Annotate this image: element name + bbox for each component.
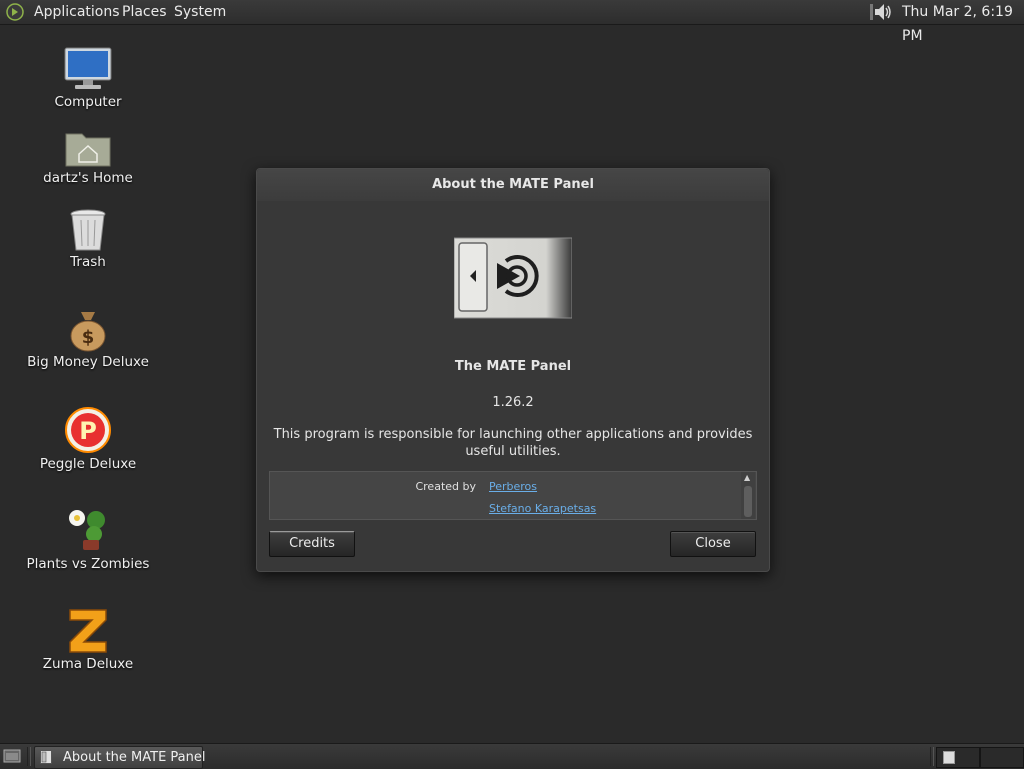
computer-icon	[64, 47, 112, 89]
mate-panel-logo-icon	[454, 237, 572, 319]
panel-separator	[930, 747, 934, 766]
credits-button[interactable]: Credits	[269, 531, 355, 557]
program-name: The MATE Panel	[454, 359, 572, 374]
system-menu[interactable]: System	[174, 0, 226, 24]
desktop-icon-big-money[interactable]: $ Big Money Deluxe	[13, 308, 163, 370]
taskbar-item-about-mate-panel[interactable]: About the MATE Panel	[34, 746, 206, 769]
desktop-icon-label: Peggle Deluxe	[39, 456, 137, 472]
credits-scrollbar[interactable]: ▲	[741, 472, 755, 519]
plants-icon	[69, 510, 105, 550]
zuma-icon	[69, 609, 107, 653]
desktop-icon-home[interactable]: dartz's Home	[13, 128, 163, 186]
clock[interactable]: Thu Mar 2, 6:19 PM	[902, 0, 1024, 44]
program-description: This program is responsible for launchin…	[273, 427, 753, 459]
desktop-icon-label: Computer	[54, 94, 122, 110]
scroll-up-arrow-icon[interactable]: ▲	[744, 473, 750, 482]
top-panel: Applications Places System Thu Mar 2, 6:…	[0, 0, 1024, 44]
desktop-icon-computer[interactable]: Computer	[13, 46, 163, 110]
mate-logo-icon[interactable]	[6, 3, 24, 21]
desktop-icon-label: Zuma Deluxe	[42, 656, 134, 672]
applications-menu[interactable]: Applications	[34, 0, 120, 24]
close-button[interactable]: Close	[670, 531, 756, 557]
workspace-2[interactable]	[980, 747, 1024, 768]
peggle-icon: P	[65, 407, 111, 453]
money-bag-icon: $	[70, 312, 106, 352]
bottom-panel: About the MATE Panel	[0, 743, 1024, 769]
author-link[interactable]: Stefano Karapetsas	[489, 502, 596, 515]
home-folder-icon	[65, 133, 111, 167]
desktop-icon-label: Trash	[70, 254, 106, 270]
program-version: 1.26.2	[492, 395, 534, 410]
desktop-icon-label: Plants vs Zombies	[26, 556, 150, 572]
created-by-label: Created by	[415, 480, 476, 493]
desktop-icon-plants[interactable]: Plants vs Zombies	[13, 506, 163, 572]
svg-text:$: $	[82, 327, 95, 348]
panel-separator	[27, 747, 31, 766]
dialog-title[interactable]: About the MATE Panel	[257, 169, 769, 201]
svg-text:P: P	[79, 417, 97, 445]
workspace-window-thumb	[943, 751, 955, 764]
desktop-icon-trash[interactable]: Trash	[13, 208, 163, 270]
about-dialog: About the MATE Panel The MATE Panel 1.26…	[256, 168, 770, 572]
mate-panel-small-icon	[40, 750, 52, 764]
show-desktop-icon[interactable]	[3, 748, 21, 764]
trash-icon	[70, 209, 106, 251]
desktop-icon-label: Big Money Deluxe	[27, 354, 149, 370]
speaker-icon[interactable]	[870, 2, 894, 22]
desktop-icon-zuma[interactable]: Zuma Deluxe	[13, 606, 163, 672]
workspace-1[interactable]	[936, 747, 980, 768]
desktop-icon-peggle[interactable]: P Peggle Deluxe	[13, 406, 163, 472]
desktop-icon-label: dartz's Home	[43, 170, 133, 186]
credits-list[interactable]: Created by Perberos Stefano Karapetsas ▲	[269, 471, 757, 520]
author-link[interactable]: Perberos	[489, 480, 537, 493]
scrollbar-thumb[interactable]	[744, 486, 752, 517]
taskbar-item-label: About the MATE Panel	[63, 750, 206, 765]
places-menu[interactable]: Places	[122, 0, 167, 24]
